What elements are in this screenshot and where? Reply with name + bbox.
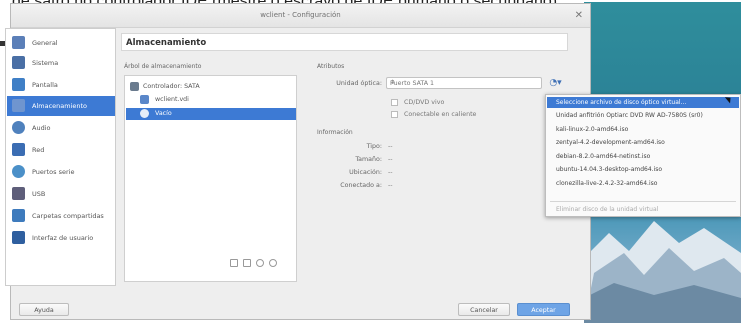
hotplug-checkbox[interactable] bbox=[391, 111, 398, 118]
nav-item-serial-ports[interactable]: Puertos serie bbox=[7, 162, 115, 182]
nav-item-usb[interactable]: USB bbox=[7, 184, 115, 204]
storage-tree-label: Árbol de almacenamiento bbox=[124, 63, 202, 70]
nav-label: Sistema bbox=[32, 59, 59, 67]
menu-item-iso[interactable]: ubuntu-14.04.3-desktop-amd64.iso bbox=[547, 164, 739, 175]
display-icon bbox=[12, 78, 25, 91]
hard-disk-icon bbox=[140, 95, 149, 104]
serial-port-icon bbox=[12, 165, 25, 178]
nav-label: General bbox=[32, 39, 58, 47]
accept-button[interactable]: Aceptar bbox=[517, 303, 570, 316]
remove-attachment-icon[interactable] bbox=[269, 259, 277, 267]
optical-disc-icon bbox=[140, 109, 149, 118]
system-icon bbox=[12, 56, 25, 69]
network-icon bbox=[12, 143, 25, 156]
controller-icon bbox=[130, 82, 139, 91]
menu-item-iso[interactable]: debian-8.2.0-amd64-netinst.iso bbox=[547, 151, 739, 162]
attached-to-value: -- bbox=[388, 182, 393, 189]
menu-item-host-drive[interactable]: Unidad anfitrión Optiarc DVD RW AD-7580S… bbox=[547, 110, 739, 121]
mountain-image bbox=[584, 221, 741, 323]
nav-item-network[interactable]: Red bbox=[7, 140, 115, 160]
location-label: Ubicación: bbox=[349, 169, 382, 176]
accept-label: Aceptar bbox=[531, 307, 556, 314]
menu-item-label: kali-linux-2.0-amd64.iso bbox=[556, 126, 629, 133]
nav-label: Puertos serie bbox=[32, 168, 75, 176]
live-cd-label: CD/DVD vivo bbox=[404, 99, 445, 106]
menu-item-iso[interactable]: zentyal-4.2-development-amd64.iso bbox=[547, 137, 739, 148]
updown-icon: ⇕ bbox=[390, 79, 396, 86]
tree-row-controller[interactable]: Controlador: SATA bbox=[126, 81, 296, 93]
menu-item-label: Seleccione archivo de disco óptico virtu… bbox=[556, 99, 687, 106]
menu-item-label: clonezilla-live-2.4.2-32-amd64.iso bbox=[556, 180, 658, 187]
cancel-label: Cancelar bbox=[470, 307, 498, 314]
menu-item-label: zentyal-4.2-development-amd64.iso bbox=[556, 139, 665, 146]
window-title: wclient - Configuración bbox=[260, 11, 341, 19]
menu-item-label: Unidad anfitrión Optiarc DVD RW AD-7580S… bbox=[556, 112, 703, 119]
tree-row-disk[interactable]: wclient.vdi bbox=[126, 94, 296, 106]
menu-item-iso[interactable]: clonezilla-live-2.4.2-32-amd64.iso bbox=[547, 178, 739, 189]
type-label: Tipo: bbox=[366, 143, 382, 150]
nav-label: Almacenamiento bbox=[32, 102, 88, 110]
size-value: -- bbox=[388, 156, 393, 163]
folder-icon bbox=[12, 209, 25, 222]
nav-label: Pantalla bbox=[32, 81, 58, 89]
information-label: Información bbox=[317, 129, 353, 136]
hotplug-label: Conectable en caliente bbox=[404, 111, 477, 118]
menu-item-label: Eliminar disco de la unidad virtual bbox=[556, 206, 659, 213]
add-controller-icon[interactable] bbox=[230, 259, 238, 267]
menu-item-remove-disk[interactable]: Eliminar disco de la unidad virtual bbox=[547, 204, 739, 215]
nav-item-storage[interactable]: Almacenamiento bbox=[7, 96, 115, 116]
menu-separator bbox=[550, 201, 736, 202]
menu-item-choose-file[interactable]: Seleccione archivo de disco óptico virtu… bbox=[547, 97, 739, 108]
nav-item-shared-folders[interactable]: Carpetas compartidas bbox=[7, 206, 115, 226]
settings-nav: General Sistema Pantalla Almacenamiento … bbox=[5, 28, 116, 286]
nav-label: USB bbox=[32, 190, 46, 198]
choose-disc-icon[interactable]: ◔▾ bbox=[547, 76, 564, 90]
cancel-button[interactable]: Cancelar bbox=[458, 303, 510, 316]
size-label: Tamaño: bbox=[355, 156, 382, 163]
close-icon[interactable]: ✕ bbox=[575, 10, 583, 21]
tree-toolbar bbox=[230, 252, 282, 267]
nav-item-user-interface[interactable]: Interfaz de usuario bbox=[7, 228, 115, 248]
menu-item-label: debian-8.2.0-amd64-netinst.iso bbox=[556, 153, 651, 160]
tree-row-label: wclient.vdi bbox=[155, 96, 189, 103]
usb-icon bbox=[12, 187, 25, 200]
optical-drive-label: Unidad óptica: bbox=[336, 80, 382, 87]
tree-row-empty-optical[interactable]: Vacío bbox=[126, 108, 296, 120]
help-button[interactable]: Ayuda bbox=[19, 303, 69, 316]
menu-item-label: ubuntu-14.04.3-desktop-amd64.iso bbox=[556, 166, 663, 173]
audio-icon bbox=[12, 121, 25, 134]
user-interface-icon bbox=[12, 231, 25, 244]
title-bar: wclient - Configuración ✕ bbox=[11, 4, 590, 28]
live-cd-checkbox[interactable] bbox=[391, 99, 398, 106]
nav-item-system[interactable]: Sistema bbox=[7, 53, 115, 73]
tree-row-label: Controlador: SATA bbox=[143, 83, 200, 90]
help-label: Ayuda bbox=[34, 307, 54, 314]
nav-item-audio[interactable]: Audio bbox=[7, 118, 115, 138]
remove-controller-icon[interactable] bbox=[243, 259, 251, 267]
add-attachment-icon[interactable] bbox=[256, 259, 264, 267]
optical-disc-menu: Seleccione archivo de disco óptico virtu… bbox=[545, 94, 741, 217]
nav-label: Audio bbox=[32, 124, 51, 132]
type-value: -- bbox=[388, 143, 393, 150]
nav-item-display[interactable]: Pantalla bbox=[7, 75, 115, 95]
nav-label: Interfaz de usuario bbox=[32, 234, 94, 242]
nav-item-general[interactable]: General bbox=[7, 33, 115, 53]
menu-item-iso[interactable]: kali-linux-2.0-amd64.iso bbox=[547, 124, 739, 135]
storage-tree: Controlador: SATA wclient.vdi Vacío bbox=[124, 75, 297, 282]
optical-drive-select[interactable]: Puerto SATA 1 ⇕ bbox=[386, 77, 542, 89]
page-title: Almacenamiento bbox=[126, 38, 207, 48]
attached-to-label: Conectado a: bbox=[340, 182, 382, 189]
location-value: -- bbox=[388, 169, 393, 176]
general-icon bbox=[12, 36, 25, 49]
nav-label: Carpetas compartidas bbox=[32, 212, 104, 220]
attributes-label: Atributos bbox=[317, 63, 345, 70]
storage-icon bbox=[12, 99, 25, 112]
section-header: Almacenamiento bbox=[121, 33, 568, 51]
tree-row-label: Vacío bbox=[155, 110, 172, 117]
nav-label: Red bbox=[32, 146, 45, 154]
